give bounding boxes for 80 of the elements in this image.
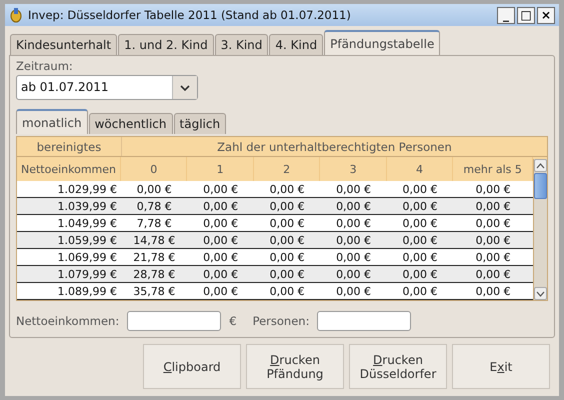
income-label: Nettoeinkommen: xyxy=(16,314,120,328)
table-cell-text: 0,00 € xyxy=(268,216,306,231)
table-cell-text: 0,00 € xyxy=(335,182,372,197)
table-cell-text: 0,00 € xyxy=(202,266,240,282)
table-cell-text: 0,00 € xyxy=(402,182,439,197)
tab[interactable]: monatlich xyxy=(16,109,88,134)
tab[interactable]: Pfändungstabelle xyxy=(324,30,440,55)
tab[interactable]: Kindesunterhalt xyxy=(10,34,118,55)
scroll-thumb[interactable] xyxy=(534,173,547,199)
action-button[interactable]: Drucken Düsseldorfer xyxy=(349,344,447,389)
table-cell-text: 0,00 € xyxy=(474,182,512,197)
table-cell-text: 0,00 € xyxy=(268,250,306,265)
table-cell-text: 35,78 € xyxy=(132,284,176,299)
tab[interactable]: wöchentlich xyxy=(88,113,173,134)
table-cell-text: 1.079,99 € xyxy=(56,266,118,282)
tab[interactable]: 1. und 2. Kind xyxy=(118,34,214,55)
table-cell-text: 0,00 € xyxy=(474,216,512,231)
action-button[interactable]: Clipboard xyxy=(143,344,241,389)
tab[interactable]: 4. Kind xyxy=(269,34,324,55)
table-cell-text: 21,78 € xyxy=(132,250,176,265)
table-cell-text: 0,00 € xyxy=(402,216,439,231)
table-cell-text: 0,78 € xyxy=(136,198,173,214)
table-cell-text: 28,78 € xyxy=(132,266,176,282)
table-cell-text: 0,00 € xyxy=(136,182,173,197)
period-label: Zeitraum: xyxy=(16,59,74,73)
table-cell-text: 1.029,99 € xyxy=(56,182,118,197)
table-cell-text: 0,00 € xyxy=(474,198,512,214)
table-cell-text: 14,78 € xyxy=(132,232,176,248)
window-title: Invep: Düsseldorfer Tabelle 2011 (Stand ab 01.07.2011) xyxy=(28,8,352,22)
action-button[interactable]: Drucken Pfändung xyxy=(246,344,344,389)
table-cell-text: 0,00 € xyxy=(268,232,306,248)
scrollbar[interactable] xyxy=(533,159,547,300)
scroll-down-icon[interactable] xyxy=(536,290,545,296)
table-cell-text: 0,00 € xyxy=(474,232,512,248)
table-cell-text: 0,00 € xyxy=(402,198,439,214)
table-cell-text: 0,00 € xyxy=(202,198,240,214)
table-cell-text: 0,00 € xyxy=(335,266,372,282)
table-cell-text: 0,00 € xyxy=(335,250,372,265)
table-cell-text: 1.069,99 € xyxy=(56,250,118,265)
period-dropdown[interactable]: ab 01.07.2011 xyxy=(16,75,198,100)
table-cell-text: 0,00 € xyxy=(335,198,372,214)
persons-field[interactable] xyxy=(317,311,412,331)
app-icon xyxy=(9,7,23,23)
currency-label: € xyxy=(229,314,237,328)
column-group-header: bereinigtes xyxy=(17,137,122,156)
column-group-header: Zahl der unterhaltberechtigten Personen xyxy=(216,138,453,156)
close-button[interactable]: × xyxy=(537,6,555,24)
table-cell-text: 0,00 € xyxy=(268,198,306,214)
maximize-button[interactable]: □ xyxy=(517,6,535,24)
table-cell-text: 0,00 € xyxy=(335,216,372,231)
table-cell-text: 0,00 € xyxy=(402,266,439,282)
table-cell-text: 7,78 € xyxy=(136,216,173,231)
table-cell-text: 0,00 € xyxy=(202,250,240,265)
scroll-up-icon[interactable] xyxy=(536,162,545,168)
tab[interactable]: 3. Kind xyxy=(214,34,268,55)
table-cell-text: 0,00 € xyxy=(402,284,439,299)
table-cell-text: 0,00 € xyxy=(268,182,306,197)
table-cell-text: 1.039,99 € xyxy=(56,198,118,214)
table-cell-text: 0,00 € xyxy=(202,284,240,299)
table-cell-text: 0,00 € xyxy=(268,284,306,299)
action-button[interactable]: Exit xyxy=(452,344,550,389)
table-cell-text: 0,00 € xyxy=(474,250,512,265)
table-cell-text: 0,00 € xyxy=(335,284,372,299)
tab[interactable]: täglich xyxy=(174,113,226,134)
table-cell-text: 1.059,99 € xyxy=(56,232,118,248)
income-field[interactable] xyxy=(127,311,222,331)
table-cell-text: 0,00 € xyxy=(335,232,372,248)
chevron-down-icon xyxy=(180,84,190,90)
table-cell-text: 0,00 € xyxy=(268,266,306,282)
table-cell-text: 0,00 € xyxy=(202,182,240,197)
minimize-button[interactable]: _ xyxy=(497,6,515,24)
table-cell-text: 0,00 € xyxy=(474,284,512,299)
table-cell-text: 1.049,99 € xyxy=(56,216,118,231)
table-cell-text: 0,00 € xyxy=(402,250,439,265)
table-cell-text: 0,00 € xyxy=(202,216,240,231)
persons-label: Personen: xyxy=(252,314,310,328)
table-cell-text: 0,00 € xyxy=(202,232,240,248)
table-cell-text: 1.089,99 € xyxy=(56,284,118,299)
table-cell-text: 0,00 € xyxy=(402,232,439,248)
table-cell-text: 0,00 € xyxy=(474,266,512,282)
